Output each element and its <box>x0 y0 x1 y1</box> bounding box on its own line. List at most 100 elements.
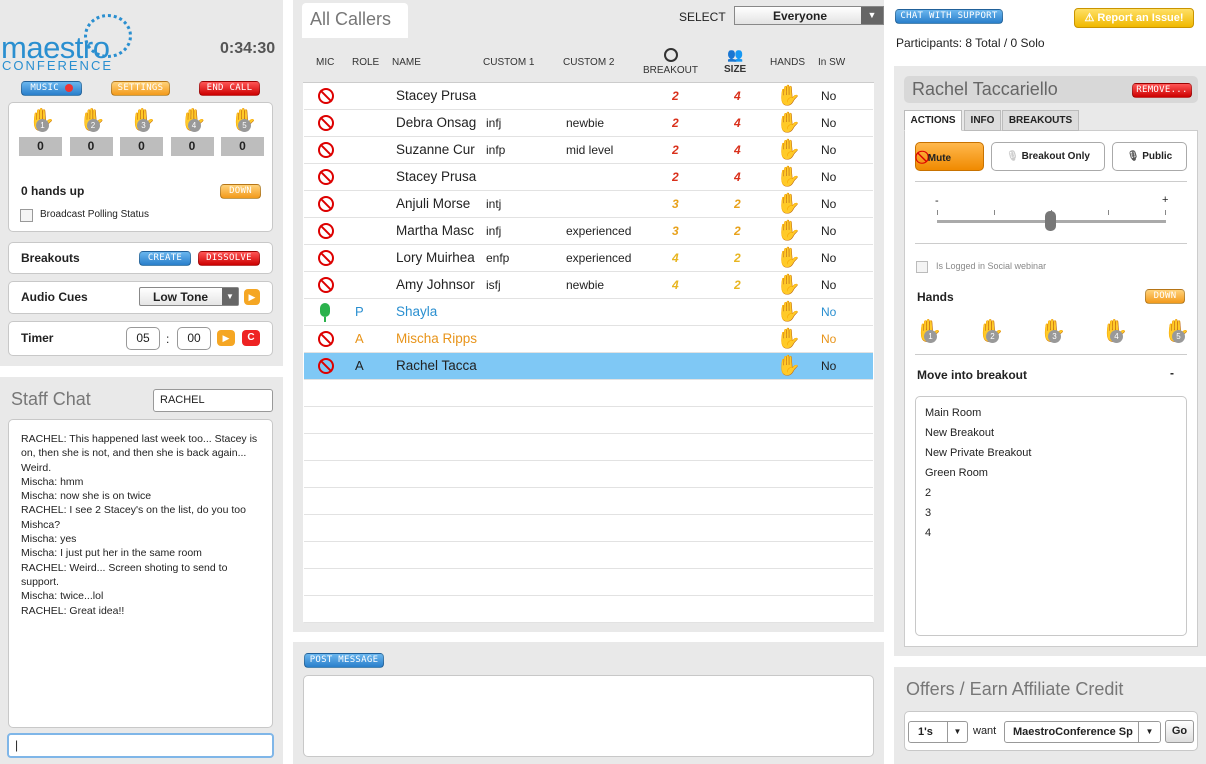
raise-hand-icon[interactable]: ✋ <box>776 110 801 136</box>
post-message-input[interactable] <box>303 675 874 757</box>
caller-row[interactable]: P Shayla ✋ No <box>304 299 873 326</box>
col-role[interactable]: ROLE <box>352 57 379 68</box>
caller-row[interactable]: Stacey Prusa 2 4 ✋ No <box>304 164 873 191</box>
caller-custom1: infj <box>486 116 502 130</box>
col-insw[interactable]: In SW <box>818 57 845 68</box>
mute-button[interactable]: ⃠ Mute <box>915 142 984 171</box>
end-call-button[interactable]: END CALL <box>199 81 260 96</box>
mic-live-icon[interactable] <box>320 303 330 317</box>
raise-hand-icon[interactable]: ✋ <box>776 353 801 379</box>
caller-insw: No <box>821 224 837 238</box>
raise-hand-icon[interactable]: ✋ <box>776 299 801 325</box>
caller-name: Debra Onsag <box>396 115 477 130</box>
dissolve-breakout-button[interactable]: DISSOLVE <box>198 251 260 266</box>
raise-hand-icon[interactable]: ✋ <box>776 272 801 298</box>
raise-hand-icon[interactable]: ✋ <box>776 83 801 109</box>
col-hands[interactable]: HANDS <box>770 57 805 68</box>
breakout-option[interactable]: Main Room <box>916 403 1186 423</box>
mic-muted-icon[interactable] <box>318 196 334 212</box>
hand-number: 2 <box>986 330 999 343</box>
mic-muted-icon[interactable] <box>318 250 334 266</box>
caller-row[interactable]: Lory Muirhea enfp experienced 4 2 ✋ No <box>304 245 873 272</box>
breakout-option[interactable]: Green Room <box>916 463 1186 483</box>
mic-muted-icon[interactable] <box>318 358 334 374</box>
mic-muted-icon[interactable] <box>318 169 334 185</box>
breakout-option[interactable]: New Private Breakout <box>916 443 1186 463</box>
create-breakout-button[interactable]: CREATE <box>139 251 191 266</box>
chat-name-input[interactable]: RACHEL <box>153 389 273 412</box>
audio-cue-select[interactable]: Low Tone ▼ <box>139 287 239 306</box>
col-size[interactable]: SIZE <box>724 64 746 75</box>
caller-name: Shayla <box>396 304 438 319</box>
mic-muted-icon[interactable] <box>318 142 334 158</box>
timer-reset-button[interactable]: C <box>242 330 260 346</box>
mic-muted-icon[interactable] <box>318 88 334 104</box>
play-cue-button[interactable]: ▶ <box>244 289 260 305</box>
col-name[interactable]: NAME <box>392 57 421 68</box>
col-breakout[interactable]: BREAKOUT <box>643 65 698 76</box>
settings-button[interactable]: SETTINGS <box>111 81 170 96</box>
report-issue-button[interactable]: ⚠ Report an Issue! <box>1074 8 1194 28</box>
empty-row <box>304 515 873 542</box>
logo-subtext: CONFERENCE <box>2 58 114 73</box>
breakout-only-button[interactable]: 🎙 Breakout Only <box>991 142 1105 171</box>
remove-caller-button[interactable]: REMOVE... <box>1132 83 1192 98</box>
chat-input[interactable]: | <box>7 733 274 758</box>
raise-hand-icon[interactable]: ✋ <box>776 218 801 244</box>
col-custom1[interactable]: CUSTOM 1 <box>483 57 535 68</box>
post-message-button[interactable]: POST MESSAGE <box>304 653 384 668</box>
mic-muted-icon[interactable] <box>318 223 334 239</box>
mic-muted-icon[interactable] <box>318 115 334 131</box>
go-button[interactable]: Go <box>1165 720 1194 743</box>
timer-start-button[interactable]: ▶ <box>217 330 235 346</box>
hand-number: 1 <box>36 119 49 132</box>
raise-hand-icon[interactable]: ✋ <box>776 326 801 352</box>
public-button[interactable]: 🎙 Public <box>1112 142 1187 171</box>
volume-slider-handle[interactable] <box>1045 211 1056 231</box>
col-custom2[interactable]: CUSTOM 2 <box>563 57 615 68</box>
tab-actions[interactable]: ACTIONS <box>904 110 962 131</box>
raise-hand-icon[interactable]: ✋ <box>776 245 801 271</box>
caller-insw: No <box>821 359 837 373</box>
raise-hand-icon[interactable]: ✋ <box>776 191 801 217</box>
move-collapse-toggle[interactable]: - <box>1170 366 1174 380</box>
participants-count: Participants: 8 Total / 0 Solo <box>896 36 1045 50</box>
music-button[interactable]: MUSIC <box>21 81 82 96</box>
caller-row[interactable]: Debra Onsag infj newbie 2 4 ✋ No <box>304 110 873 137</box>
caller-row[interactable]: Anjuli Morse intj 3 2 ✋ No <box>304 191 873 218</box>
empty-row <box>304 569 873 596</box>
raise-hand-icon[interactable]: ✋ <box>776 137 801 163</box>
breakout-option[interactable]: New Breakout <box>916 423 1186 443</box>
qty-select[interactable]: 1's ▼ <box>908 721 968 743</box>
breakout-option[interactable]: 3 <box>916 503 1186 523</box>
timer-minutes-input[interactable]: 05 <box>126 327 160 350</box>
logo: maestro CONFERENCE <box>0 14 135 73</box>
caller-name: Mischa Ripps <box>396 331 477 346</box>
caller-row[interactable]: Suzanne Cur infp mid level 2 4 ✋ No <box>304 137 873 164</box>
select-dropdown[interactable]: Everyone ▼ <box>734 6 884 25</box>
mic-muted-icon[interactable] <box>318 331 334 347</box>
caller-row[interactable]: Martha Masc infj experienced 3 2 ✋ No <box>304 218 873 245</box>
logged-checkbox[interactable] <box>916 261 928 273</box>
people-icon: 👥 <box>727 47 744 62</box>
timer-seconds-input[interactable]: 00 <box>177 327 211 350</box>
breakout-option[interactable]: 2 <box>916 483 1186 503</box>
col-mic[interactable]: MIC <box>316 57 334 68</box>
hands-down-button[interactable]: DOWN <box>220 184 261 199</box>
raise-hand-icon[interactable]: ✋ <box>776 164 801 190</box>
caller-row[interactable]: Stacey Prusa 2 4 ✋ No <box>304 83 873 110</box>
breakout-list[interactable]: Main Room New Breakout New Private Breakou… <box>915 396 1187 636</box>
breakout-option[interactable]: 4 <box>916 523 1186 543</box>
mic-muted-icon[interactable] <box>318 277 334 293</box>
caller-row[interactable]: A Mischa Ripps ✋ No <box>304 326 873 353</box>
chat-log[interactable]: RACHEL: This happened last week too... S… <box>8 419 273 728</box>
tab-info[interactable]: INFO <box>964 110 1001 131</box>
empty-row <box>304 461 873 488</box>
tab-breakouts[interactable]: BREAKOUTS <box>1002 110 1079 131</box>
chat-with-support-button[interactable]: CHAT WITH SUPPORT <box>895 9 1003 24</box>
caller-row[interactable]: Amy Johnsor isfj newbie 4 2 ✋ No <box>304 272 873 299</box>
hands-down-button-right[interactable]: DOWN <box>1145 289 1185 304</box>
broadcast-checkbox[interactable] <box>20 209 33 222</box>
caller-row[interactable]: A Rachel Tacca ✋ No <box>304 353 873 380</box>
product-select[interactable]: MaestroConference Sp ▼ <box>1004 721 1161 743</box>
